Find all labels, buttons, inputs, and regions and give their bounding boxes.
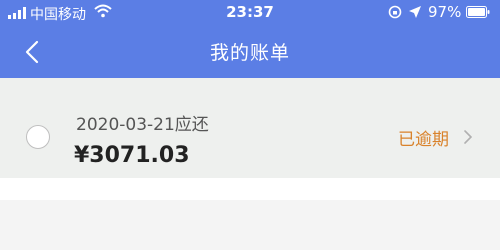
top-bar: 中国移动 23:37 97% 我的账单 [0,0,500,78]
battery-icon [466,6,490,18]
battery-percent: 97% [428,3,462,21]
nav-bar: 我的账单 [0,26,500,78]
rotation-lock-icon [388,5,402,19]
status-time: 23:37 [226,3,274,21]
content-background [0,200,500,250]
bill-item[interactable]: 2020-03-21应还 ¥3071.03 已逾期 [0,78,500,178]
chevron-right-icon [464,130,473,144]
overdue-status: 已逾期 [398,130,449,150]
location-icon [409,6,421,18]
due-date-label: 2020-03-21应还 [76,115,209,135]
divider-area [0,178,500,200]
status-bar: 中国移动 23:37 97% [0,0,500,26]
select-radio[interactable] [26,125,50,149]
amount-label: ¥3071.03 [74,143,190,168]
page-title: 我的账单 [209,42,290,64]
